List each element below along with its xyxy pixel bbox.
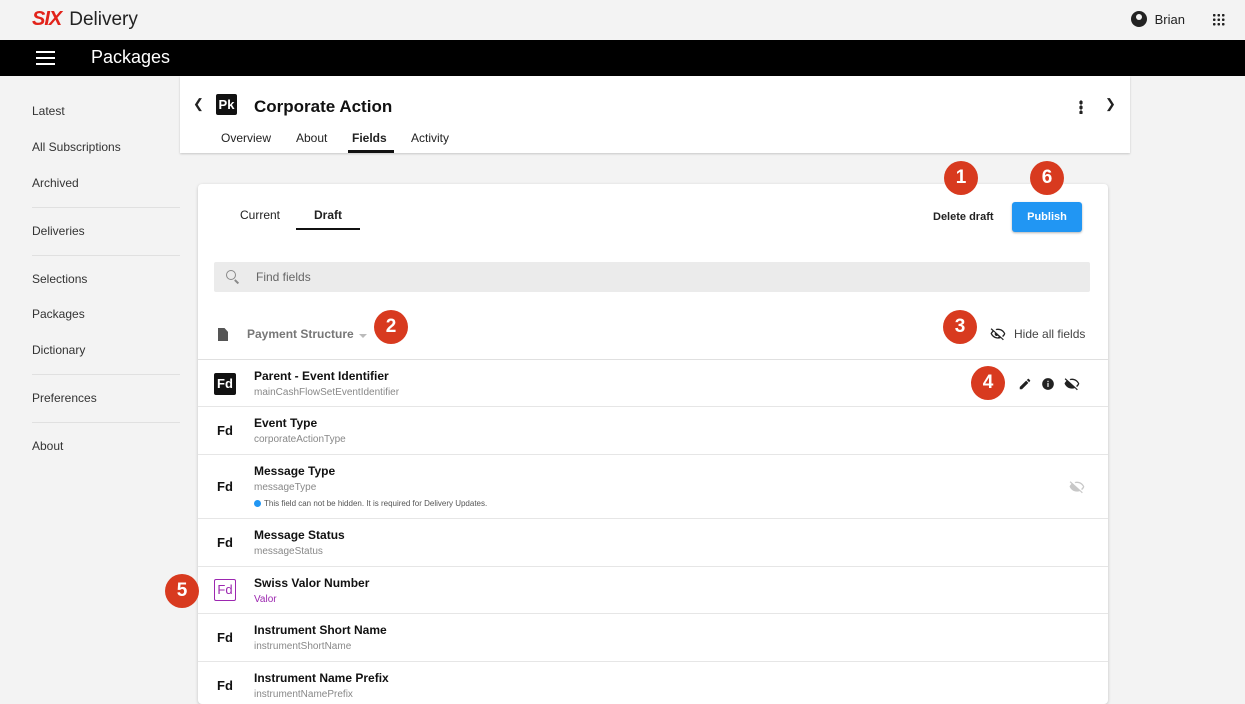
sidebar: Latest All Subscriptions Archived Delive… xyxy=(0,76,180,695)
subtab-draft[interactable]: Draft xyxy=(314,208,342,222)
field-title: Event Type xyxy=(254,416,318,430)
sidebar-item-deliveries[interactable]: Deliveries xyxy=(32,224,85,238)
field-badge: Fd xyxy=(217,423,233,438)
chevron-right-icon[interactable]: ❯ xyxy=(1105,96,1116,112)
field-title: Instrument Short Name xyxy=(254,623,387,637)
sidebar-item-dictionary[interactable]: Dictionary xyxy=(32,343,85,357)
field-row[interactable]: Fd Message Type messageType This field c… xyxy=(198,455,1108,519)
callout-6: 6 xyxy=(1030,161,1064,195)
apps-grid-icon[interactable] xyxy=(1212,13,1225,26)
field-title: Message Status xyxy=(254,528,345,542)
sidebar-item-about[interactable]: About xyxy=(32,439,63,453)
user-name: Brian xyxy=(1154,11,1185,27)
account-circle-icon xyxy=(1130,11,1147,27)
callout-2: 2 xyxy=(374,310,408,344)
nav-bar: Packages xyxy=(0,40,1245,76)
eye-off-icon xyxy=(1069,481,1085,494)
callout-4: 4 xyxy=(971,366,1005,400)
search-input[interactable] xyxy=(256,262,1056,292)
sidebar-item-latest[interactable]: Latest xyxy=(32,104,65,118)
tab-about[interactable]: About xyxy=(296,131,327,145)
field-badge: Fd xyxy=(217,678,233,693)
tab-fields[interactable]: Fields xyxy=(352,131,387,145)
user-menu[interactable]: Brian xyxy=(1130,11,1185,27)
sidebar-item-selections[interactable]: Selections xyxy=(32,272,87,286)
eye-off-icon[interactable] xyxy=(1064,376,1080,392)
subtab-current[interactable]: Current xyxy=(240,208,280,222)
callout-5: 5 xyxy=(165,574,199,608)
brand[interactable]: SIX Delivery xyxy=(32,8,138,31)
field-row[interactable]: Fd Message Status messageStatus xyxy=(198,519,1108,567)
field-id: messageStatus xyxy=(254,546,323,557)
group-title[interactable]: Payment Structure xyxy=(247,327,354,341)
field-title: Instrument Name Prefix xyxy=(254,671,389,685)
field-title: Swiss Valor Number xyxy=(254,576,370,590)
field-badge: Fd xyxy=(217,479,233,494)
delete-draft-button[interactable]: Delete draft xyxy=(933,211,994,223)
app-name: Delivery xyxy=(69,8,138,30)
info-icon[interactable] xyxy=(1041,377,1055,391)
callout-3: 3 xyxy=(943,310,977,344)
package-badge: Pk xyxy=(216,94,237,115)
package-header: ❮ Pk Corporate Action ❯ Overview About F… xyxy=(180,76,1130,153)
field-row[interactable]: Fd Instrument Short Name instrumentShort… xyxy=(198,614,1108,662)
fields-panel: Current Draft Delete draft Publish Payme… xyxy=(198,184,1108,704)
callout-1: 1 xyxy=(944,161,978,195)
field-note-text: This field can not be hidden. It is requ… xyxy=(264,499,488,508)
field-id: instrumentShortName xyxy=(254,641,352,652)
sidebar-divider xyxy=(32,255,180,256)
sidebar-item-all-subscriptions[interactable]: All Subscriptions xyxy=(32,140,121,154)
search-bar[interactable] xyxy=(214,262,1090,292)
field-badge: Fd xyxy=(214,579,236,601)
field-row[interactable]: Fd Instrument Name Prefix instrumentName… xyxy=(198,662,1108,704)
eye-off-icon xyxy=(990,328,1006,341)
active-tab-indicator xyxy=(348,150,394,153)
hide-all-fields-button[interactable]: Hide all fields xyxy=(990,326,1085,342)
more-vert-icon[interactable] xyxy=(1079,100,1083,114)
sidebar-divider xyxy=(32,422,180,423)
field-note: This field can not be hidden. It is requ… xyxy=(254,499,487,508)
section-title: Packages xyxy=(91,47,171,67)
document-icon xyxy=(218,328,228,341)
search-icon xyxy=(226,270,236,280)
six-logo: SIX xyxy=(32,8,62,30)
hide-all-label: Hide all fields xyxy=(1014,327,1086,341)
tab-overview[interactable]: Overview xyxy=(221,131,271,145)
pencil-icon[interactable] xyxy=(1018,377,1032,391)
sidebar-item-packages[interactable]: Packages xyxy=(32,307,85,321)
publish-button[interactable]: Publish xyxy=(1012,202,1082,232)
field-actions xyxy=(1018,376,1080,392)
field-badge: Fd xyxy=(217,535,233,550)
caret-down-icon[interactable] xyxy=(359,334,367,338)
field-row[interactable]: Fd Event Type corporateActionType xyxy=(198,407,1108,455)
sidebar-item-archived[interactable]: Archived xyxy=(32,176,79,190)
active-subtab-indicator xyxy=(296,228,360,230)
info-icon xyxy=(254,500,261,507)
field-id: corporateActionType xyxy=(254,434,346,445)
field-id: Valor xyxy=(254,594,277,605)
menu-icon[interactable] xyxy=(36,51,55,65)
field-badge: Fd xyxy=(217,630,233,645)
sidebar-item-preferences[interactable]: Preferences xyxy=(32,391,97,405)
field-row[interactable]: Fd Swiss Valor Number Valor xyxy=(198,567,1108,614)
field-badge: Fd xyxy=(214,373,236,395)
field-title: Parent - Event Identifier xyxy=(254,369,389,383)
sidebar-divider xyxy=(32,207,180,208)
tab-activity[interactable]: Activity xyxy=(411,131,449,145)
field-id: mainCashFlowSetEventIdentifier xyxy=(254,387,400,398)
field-id: messageType xyxy=(254,482,317,493)
top-bar: SIX Delivery Brian xyxy=(0,0,1245,40)
sidebar-divider xyxy=(32,374,180,375)
field-title: Message Type xyxy=(254,464,336,478)
chevron-left-icon[interactable]: ❮ xyxy=(193,96,204,112)
page-title: Corporate Action xyxy=(254,97,393,116)
